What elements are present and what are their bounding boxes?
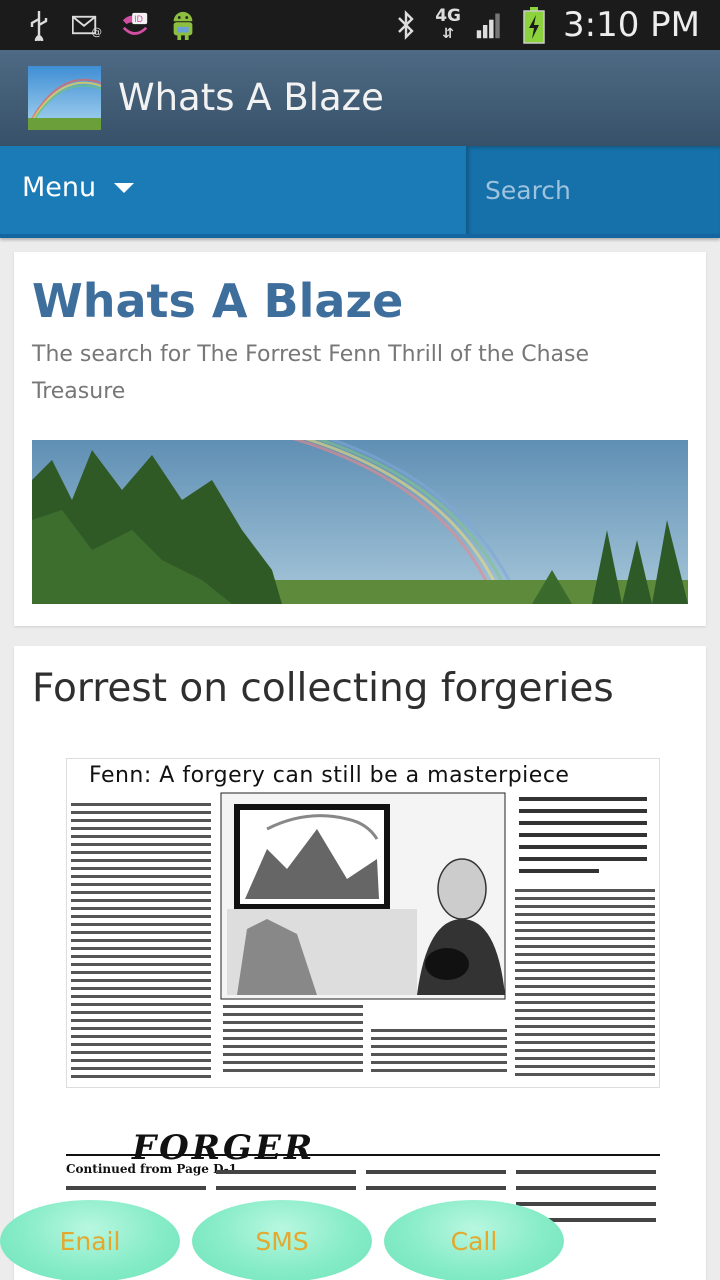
nav-bar: Menu Search xyxy=(0,146,720,238)
call-button[interactable]: Call xyxy=(384,1200,564,1280)
clock: 3:10 PM xyxy=(563,5,700,45)
search-input[interactable]: Search xyxy=(466,146,720,234)
voicemail-icon: ID xyxy=(120,10,150,40)
svg-text:ID: ID xyxy=(134,14,143,24)
network-type: 4G ⇵ xyxy=(435,5,461,42)
signal-icon xyxy=(475,10,505,40)
site-title[interactable]: Whats A Blaze xyxy=(32,274,403,328)
site-header-card: Whats A Blaze The search for The Forrest… xyxy=(14,252,706,626)
app-bar: Whats A Blaze xyxy=(0,50,720,146)
chevron-down-icon xyxy=(114,182,135,193)
android-icon xyxy=(168,10,198,40)
sms-button[interactable]: SMS xyxy=(192,1200,372,1280)
app-logo[interactable] xyxy=(28,66,101,130)
usb-icon xyxy=(24,10,54,41)
newspaper-clipping-image[interactable]: Fenn: A forgery can still be a masterpie… xyxy=(66,758,660,1088)
status-bar: @ ID 4G ⇵ 3:10 PM xyxy=(0,0,720,50)
app-title: Whats A Blaze xyxy=(118,76,384,119)
battery-icon xyxy=(519,7,549,44)
menu-button[interactable]: Menu xyxy=(22,172,135,203)
email-icon: @ xyxy=(72,10,102,40)
menu-label: Menu xyxy=(22,172,97,203)
post-title[interactable]: Forrest on collecting forgeries xyxy=(32,666,614,711)
bluetooth-icon xyxy=(391,10,421,40)
post-card: Forrest on collecting forgeries Fenn: A … xyxy=(14,646,706,1280)
svg-text:@: @ xyxy=(92,27,103,39)
header-banner-image xyxy=(32,440,688,604)
site-tagline: The search for The Forrest Fenn Thrill o… xyxy=(32,342,590,404)
email-button[interactable]: Enail xyxy=(0,1200,180,1280)
